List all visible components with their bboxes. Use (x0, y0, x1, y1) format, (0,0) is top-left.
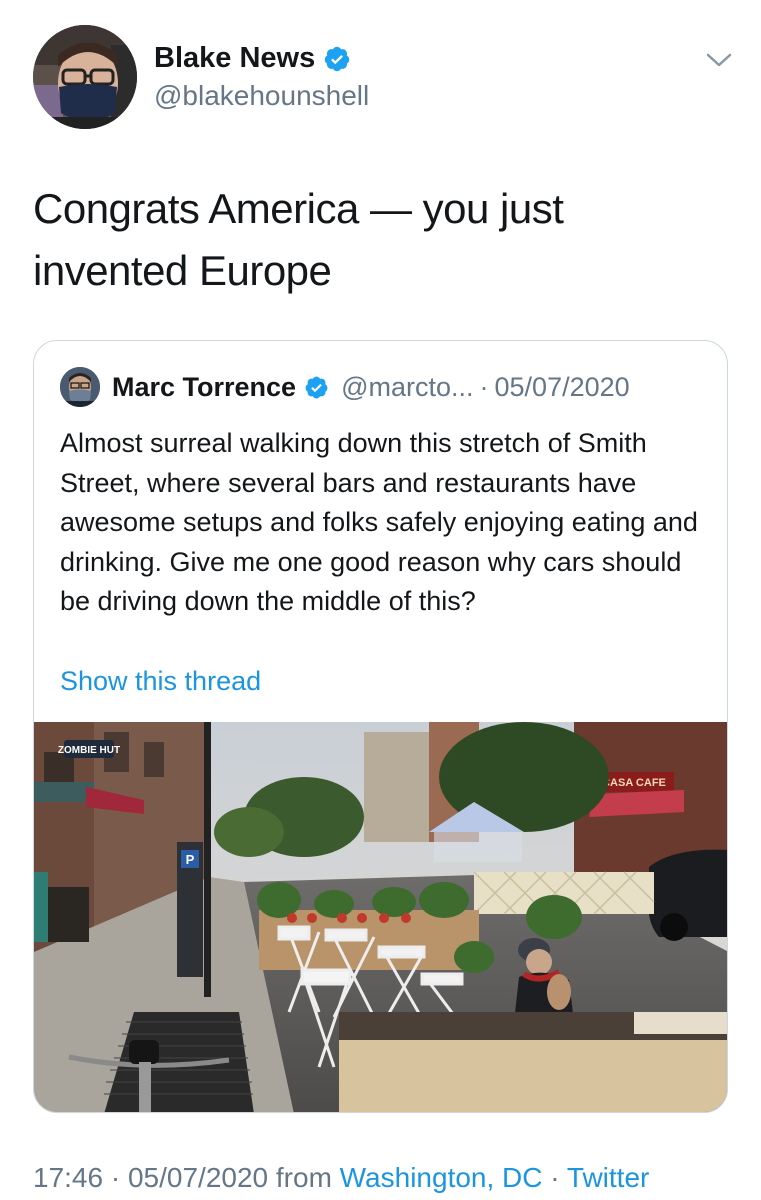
tweet: Blake News @blakehounshell Congrats Amer… (0, 0, 761, 1200)
quoted-tweet-card[interactable]: Marc Torrence @marcto... · 05/07/2020 Al… (33, 340, 728, 1113)
separator-dot: · (550, 1162, 560, 1193)
quoted-date[interactable]: 05/07/2020 (495, 372, 630, 403)
show-thread-link[interactable]: Show this thread (60, 666, 261, 697)
tweet-date[interactable]: 05/07/2020 (128, 1162, 268, 1193)
from-label: from (275, 1162, 332, 1193)
parking-sign: P (186, 852, 195, 867)
author-name[interactable]: Blake News (154, 42, 315, 75)
tweet-time[interactable]: 17:46 (33, 1162, 103, 1193)
quoted-author-handle[interactable]: @marcto... (341, 372, 473, 403)
tweet-meta: 17:46 · 05/07/2020 from Washington, DC ·… (33, 1162, 649, 1194)
quoted-author-avatar[interactable] (60, 367, 100, 407)
casa-cafe-sign: CASA CAFE (602, 777, 666, 789)
verified-badge-icon (324, 46, 350, 71)
separator-dot: · (479, 371, 489, 402)
source-link[interactable]: Twitter (567, 1162, 649, 1193)
location-link[interactable]: Washington, DC (340, 1162, 543, 1193)
quoted-tweet-text: Almost surreal walking down this stretch… (60, 428, 698, 616)
chevron-down-icon[interactable] (705, 50, 733, 70)
zombie-hut-sign: ZOMBIE HUT (58, 745, 120, 756)
quoted-tweet-photo[interactable]: ZOMBIE HUT CASA CAFE P (34, 722, 728, 1113)
author-avatar[interactable] (33, 25, 137, 129)
verified-badge-icon (305, 376, 328, 398)
quoted-author-name[interactable]: Marc Torrence (112, 372, 296, 403)
tweet-text: Congrats America — you just invented Eur… (33, 185, 564, 294)
separator-dot: · (110, 1162, 121, 1193)
author-name-row[interactable]: Blake News (154, 42, 351, 75)
author-handle[interactable]: @blakehounshell (154, 80, 369, 112)
quoted-tweet-header: Marc Torrence @marcto... · 05/07/2020 (60, 367, 630, 407)
